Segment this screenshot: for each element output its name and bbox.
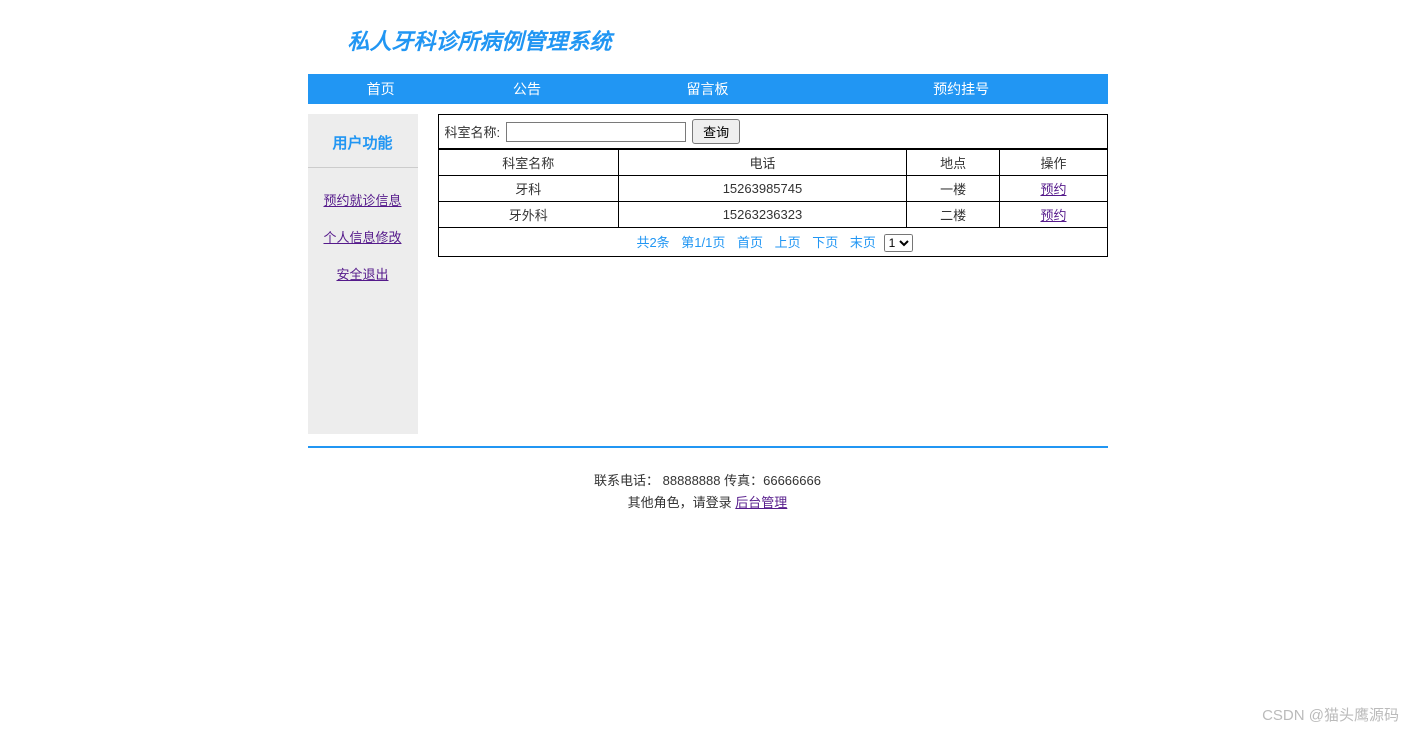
sidebar-title: 用户功能 — [308, 132, 418, 168]
cell-location: 一楼 — [906, 176, 1000, 202]
nav-home[interactable]: 首页 — [308, 74, 454, 104]
footer-divider — [308, 446, 1108, 448]
pager-page: 第1/1页 — [681, 235, 725, 250]
pagination: 共2条 第1/1页 首页 上页 下页 末页 1 — [438, 228, 1108, 257]
main-content: 科室名称: 查询 科室名称 电话 地点 操作 牙科 1526398574 — [418, 114, 1108, 434]
search-button[interactable]: 查询 — [692, 119, 740, 144]
table-row: 牙外科 15263236323 二楼 预约 — [438, 202, 1107, 228]
nav-notice[interactable]: 公告 — [454, 74, 600, 104]
top-nav: 首页 公告 留言板 预约挂号 — [308, 74, 1108, 104]
action-book[interactable]: 预约 — [1040, 208, 1066, 223]
sidebar-link-profile-edit[interactable]: 个人信息修改 — [323, 227, 401, 246]
cell-location: 二楼 — [906, 202, 1000, 228]
watermark: CSDN @猫头鹰源码 — [1262, 704, 1399, 725]
nav-message-board[interactable]: 留言板 — [600, 74, 815, 104]
sidebar: 用户功能 预约就诊信息 个人信息修改 安全退出 — [308, 114, 418, 434]
col-dept-name: 科室名称 — [438, 150, 619, 176]
cell-phone: 15263985745 — [619, 176, 907, 202]
col-location: 地点 — [906, 150, 1000, 176]
cell-dept-name: 牙科 — [438, 176, 619, 202]
search-input[interactable] — [506, 122, 686, 142]
pager-summary: 共2条 — [636, 235, 669, 250]
page-title: 私人牙科诊所病例管理系统 — [348, 24, 1108, 56]
nav-appointment[interactable]: 预约挂号 — [815, 74, 1108, 104]
footer-admin-link[interactable]: 后台管理 — [735, 495, 787, 510]
search-label: 科室名称: — [445, 122, 501, 141]
col-action: 操作 — [1000, 150, 1107, 176]
pager-last[interactable]: 末页 — [850, 235, 876, 250]
search-bar: 科室名称: 查询 — [438, 114, 1108, 149]
pager-first[interactable]: 首页 — [737, 235, 763, 250]
footer-contact: 联系电话： 88888888 传真：66666666 — [308, 470, 1108, 492]
table-row: 牙科 15263985745 一楼 预约 — [438, 176, 1107, 202]
cell-dept-name: 牙外科 — [438, 202, 619, 228]
sidebar-link-logout[interactable]: 安全退出 — [336, 264, 388, 283]
pager-next[interactable]: 下页 — [812, 235, 838, 250]
footer: 联系电话： 88888888 传真：66666666 其他角色，请登录 后台管理 — [308, 470, 1108, 514]
pager-prev[interactable]: 上页 — [775, 235, 801, 250]
sidebar-link-appointment-info[interactable]: 预约就诊信息 — [323, 190, 401, 209]
action-book[interactable]: 预约 — [1040, 182, 1066, 197]
department-table: 科室名称 电话 地点 操作 牙科 15263985745 一楼 预约 牙外科 — [438, 149, 1108, 228]
pager-select[interactable]: 1 — [884, 234, 913, 252]
col-phone: 电话 — [619, 150, 907, 176]
cell-phone: 15263236323 — [619, 202, 907, 228]
footer-role-prefix: 其他角色，请登录 — [628, 495, 736, 510]
